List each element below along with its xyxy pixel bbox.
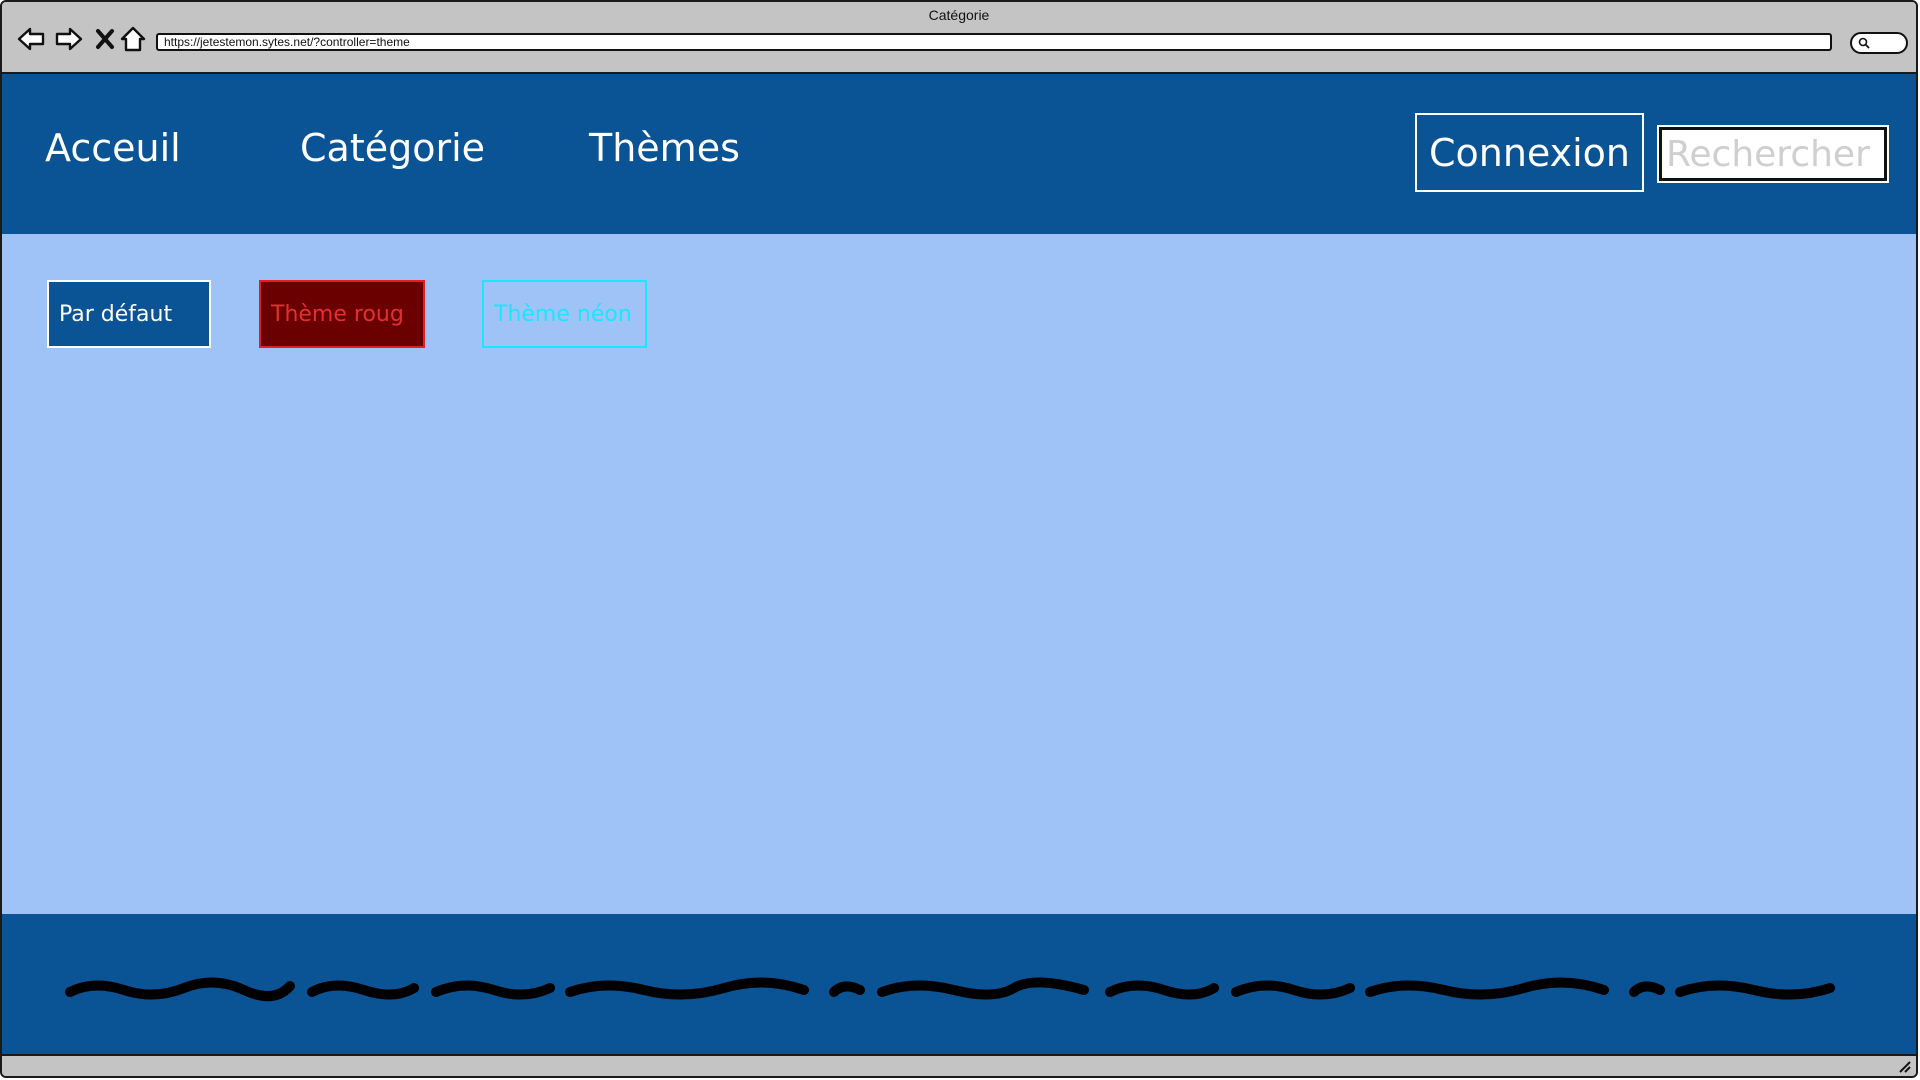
browser-statusbar	[2, 1054, 1916, 1076]
nav-link-themes[interactable]: Thèmes	[589, 126, 740, 170]
nav-link-accueil[interactable]: Acceuil	[45, 126, 181, 170]
browser-window: Catégorie https://jetestemon.sytes.net/?…	[0, 0, 1918, 1078]
theme-red-button[interactable]: Thème roug	[259, 280, 425, 348]
site-header: Acceuil Catégorie Thèmes Connexion Reche…	[2, 74, 1916, 234]
nav-link-categorie[interactable]: Catégorie	[300, 126, 485, 170]
main-content: Par défaut Thème roug Thème néon	[2, 234, 1916, 914]
footer-placeholder-text	[64, 974, 1836, 1002]
browser-search-field[interactable]	[1850, 32, 1908, 54]
url-bar[interactable]: https://jetestemon.sytes.net/?controller…	[156, 33, 1832, 51]
login-button[interactable]: Connexion	[1415, 113, 1644, 192]
window-title: Catégorie	[928, 7, 990, 23]
search-icon	[1858, 37, 1870, 49]
home-icon[interactable]	[118, 24, 148, 54]
browser-titlebar: Catégorie https://jetestemon.sytes.net/?…	[2, 2, 1916, 74]
forward-arrow-icon[interactable]	[54, 24, 84, 54]
close-x-icon[interactable]	[90, 24, 120, 54]
site-footer	[2, 914, 1916, 1056]
theme-default-button[interactable]: Par défaut	[47, 280, 211, 348]
theme-neon-button[interactable]: Thème néon	[482, 280, 647, 348]
back-arrow-icon[interactable]	[16, 24, 46, 54]
search-input[interactable]: Rechercher	[1657, 125, 1889, 183]
resize-grip-icon[interactable]	[1896, 1058, 1912, 1074]
